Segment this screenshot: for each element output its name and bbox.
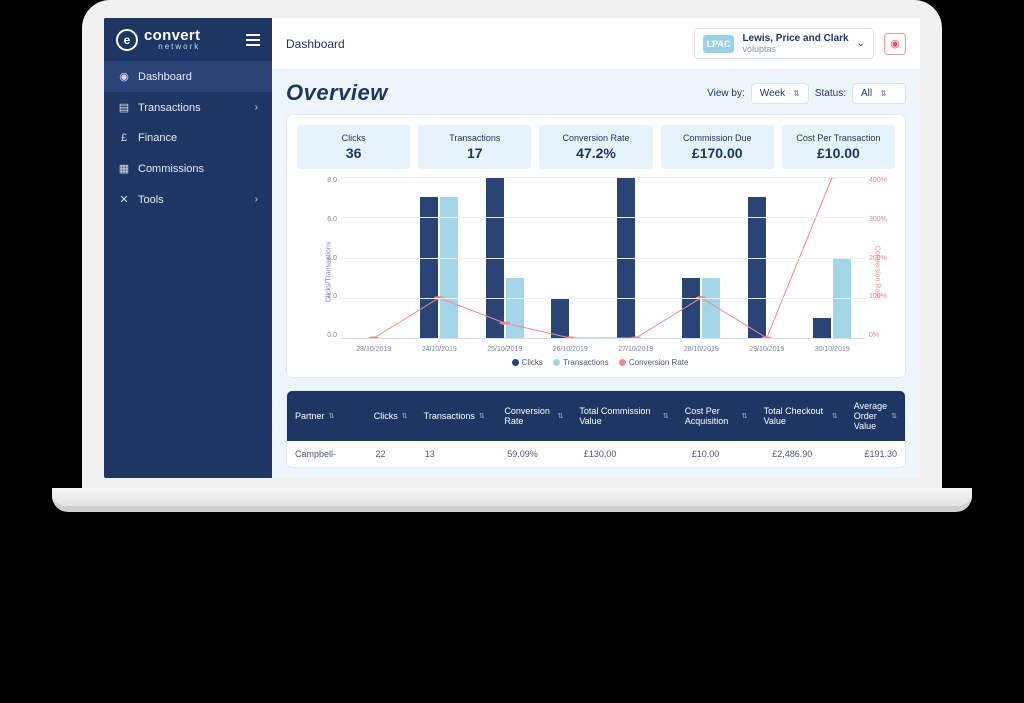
brand-sub: network (144, 43, 200, 51)
stat-value: 47.2% (543, 145, 648, 161)
table-cell: £2,486.90 (764, 441, 856, 467)
legend-dot-conversion (619, 359, 626, 366)
view-by-select[interactable]: Week ⇅ (751, 83, 809, 104)
overview-chart: Clicks/Transactions Conversion Rate 8.06… (297, 177, 895, 367)
sort-icon: ⇅ (663, 412, 669, 420)
legend-dot-clicks (512, 359, 519, 366)
chart-legend: Clicks Transactions Conversion Rate (297, 358, 895, 367)
sidebar-item-transactions[interactable]: ▤ Transactions › (104, 92, 272, 123)
sidebar-item-commissions[interactable]: ▦ Commissions (104, 153, 272, 184)
status-value: All (861, 88, 872, 99)
sort-icon: ⇅ (329, 412, 335, 420)
stat-card: Clicks 36 (297, 125, 410, 169)
sort-icon: ⇅ (880, 89, 887, 98)
chevron-down-icon: ⌄ (857, 38, 865, 49)
transactions-icon: ▤ (118, 101, 130, 114)
finance-icon: £ (118, 132, 130, 144)
main: Dashboard LPAC Lewis, Price and Clark vo… (272, 18, 920, 478)
sidebar-item-finance[interactable]: £ Finance (104, 123, 272, 153)
sort-icon: ⇅ (557, 412, 563, 420)
table-header-cell[interactable]: Partner⇅ (287, 391, 366, 441)
legend-label: Conversion Rate (629, 358, 689, 367)
user-icon: ◉ (890, 37, 900, 50)
breadcrumb: Dashboard (286, 37, 345, 51)
view-by-value: Week (760, 88, 785, 99)
view-by-label: View by: (707, 88, 745, 99)
brand: e convert network (104, 18, 272, 61)
tools-icon: ✕ (118, 193, 130, 206)
table-header-cell[interactable]: Clicks⇅ (366, 391, 416, 441)
stat-card: Transactions 17 (418, 125, 531, 169)
account-sub: voluptas (742, 44, 848, 54)
status-label: Status: (815, 88, 846, 99)
table-row[interactable]: Campbell-221359.09%£130.00£10.00£2,486.9… (287, 441, 905, 467)
table-cell: £191.30 (856, 441, 905, 467)
stat-value: £170.00 (665, 145, 770, 161)
dashboard-icon: ◉ (118, 70, 130, 83)
table-header-cell[interactable]: Total Commission Value⇅ (571, 391, 676, 441)
menu-toggle-icon[interactable] (246, 34, 260, 46)
stat-label: Commission Due (665, 133, 770, 143)
sidebar-item-label: Dashboard (138, 71, 192, 83)
partners-table: Partner⇅Clicks⇅Transactions⇅Conversion R… (286, 390, 906, 468)
stat-card: Conversion Rate 47.2% (539, 125, 652, 169)
x-axis-categories: 23/10/201924/10/201925/10/201926/10/2019… (341, 346, 865, 353)
sidebar-item-label: Transactions (138, 102, 201, 114)
sort-icon: ⇅ (479, 412, 485, 420)
sidebar-item-label: Tools (138, 194, 164, 206)
stat-value: 36 (301, 145, 406, 161)
table-header-cell[interactable]: Total Checkout Value⇅ (756, 391, 846, 441)
chart-plot (341, 177, 865, 339)
sort-icon: ⇅ (402, 412, 408, 420)
sidebar-item-dashboard[interactable]: ◉ Dashboard (104, 61, 272, 92)
table-header-cell[interactable]: Cost Per Acquisition⇅ (677, 391, 756, 441)
table-header-cell[interactable]: Transactions⇅ (416, 391, 497, 441)
table-cell: £130.00 (576, 441, 684, 467)
status-select[interactable]: All ⇅ (852, 83, 906, 104)
stat-card: Cost Per Transaction £10.00 (782, 125, 895, 169)
sort-icon: ⇅ (793, 89, 800, 98)
brand-logo-icon: e (116, 29, 138, 51)
sidebar: e convert network ◉ Dashboard ▤ Transact… (104, 18, 272, 478)
stat-label: Conversion Rate (543, 133, 648, 143)
table-header-cell[interactable]: Conversion Rate⇅ (496, 391, 571, 441)
sidebar-item-tools[interactable]: ✕ Tools › (104, 184, 272, 215)
y-axis-left-ticks: 8.06.04.02.00.0 (315, 177, 337, 339)
legend-label: Transactions (563, 358, 609, 367)
commissions-icon: ▦ (118, 162, 130, 175)
stat-value: 17 (422, 145, 527, 161)
table-header-cell[interactable]: Average Order Value⇅ (846, 391, 905, 441)
table-header: Partner⇅Clicks⇅Transactions⇅Conversion R… (287, 391, 905, 441)
page-title: Overview (286, 80, 388, 106)
sort-icon: ⇅ (891, 412, 897, 420)
y-axis-right-ticks: 400%300%200%100%0% (869, 177, 891, 339)
overview-panel: Clicks 36 Transactions 17 Conversion Rate 47.… (286, 114, 906, 378)
table-cell: £10.00 (684, 441, 765, 467)
stat-value: £10.00 (786, 145, 891, 161)
user-button[interactable]: ◉ (884, 33, 906, 55)
table-cell: 59.09% (499, 441, 576, 467)
stat-label: Transactions (422, 133, 527, 143)
sidebar-item-label: Commissions (138, 163, 204, 175)
legend-dot-transactions (553, 359, 560, 366)
account-name: Lewis, Price and Clark (742, 33, 848, 44)
sort-icon: ⇅ (832, 412, 838, 420)
stat-label: Clicks (301, 133, 406, 143)
account-selector[interactable]: LPAC Lewis, Price and Clark voluptas ⌄ (694, 28, 874, 59)
stat-card: Commission Due £170.00 (661, 125, 774, 169)
stats-row: Clicks 36 Transactions 17 Conversion Rate 47.… (297, 125, 895, 169)
chevron-right-icon: › (255, 102, 258, 113)
chevron-right-icon: › (255, 194, 258, 205)
topbar: Dashboard LPAC Lewis, Price and Clark vo… (272, 18, 920, 70)
account-badge: LPAC (703, 35, 735, 53)
table-cell: 22 (368, 441, 417, 467)
sidebar-item-label: Finance (138, 132, 177, 144)
sort-icon: ⇅ (742, 412, 748, 420)
table-cell: 13 (417, 441, 499, 467)
legend-label: Clicks (522, 358, 543, 367)
table-cell: Campbell- (287, 441, 368, 467)
brand-name: convert (144, 28, 200, 43)
stat-label: Cost Per Transaction (786, 133, 891, 143)
